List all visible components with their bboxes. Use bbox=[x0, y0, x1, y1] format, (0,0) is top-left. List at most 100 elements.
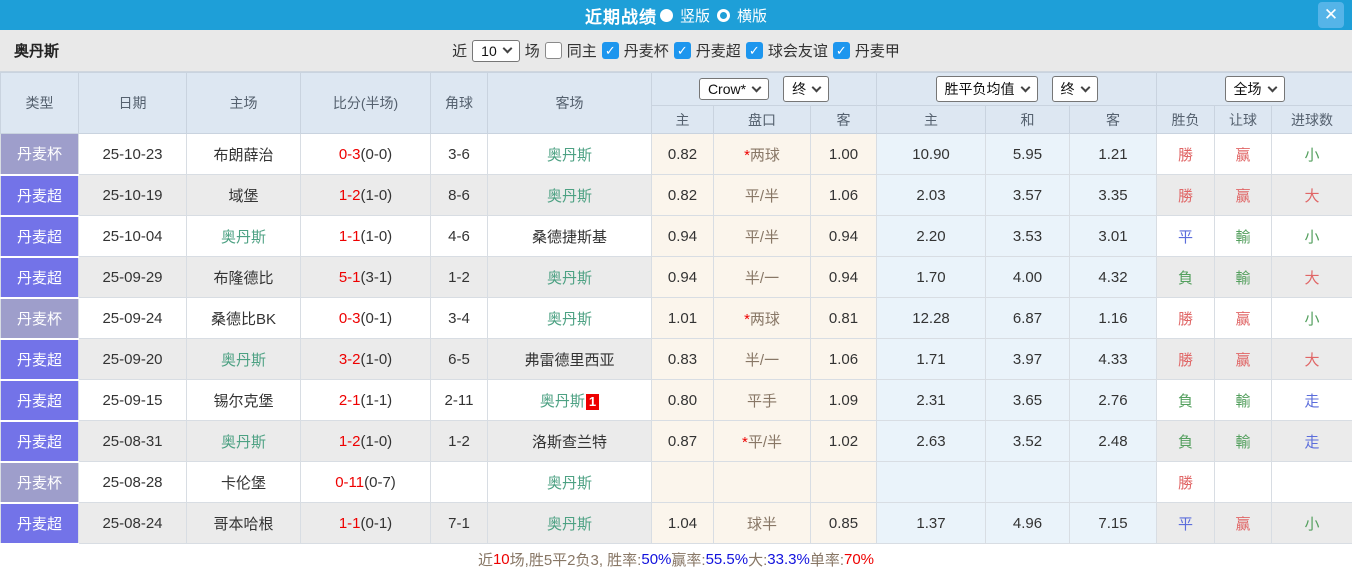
match-score: 1-2(1-0) bbox=[300, 420, 431, 462]
col-header-score: 比分(半场) bbox=[300, 72, 431, 134]
title-bar: 近期战绩 竖版 横版 ✕ bbox=[0, 0, 1352, 30]
home-team: 桑德比BK bbox=[186, 297, 301, 339]
star-icon: * bbox=[741, 433, 748, 451]
halftime-score: (0-1) bbox=[360, 309, 393, 327]
asia-home-odds bbox=[651, 461, 714, 503]
table-row: 丹麦超 25-08-31 奥丹斯 1-2(1-0) 1-2 洛斯查兰特 0.87 *平/半 1.… bbox=[0, 420, 1352, 463]
league-checkbox-div1[interactable]: ✓ bbox=[832, 42, 850, 59]
handicap-result: 赢 bbox=[1214, 174, 1273, 216]
europe-draw-odds: 3.97 bbox=[985, 338, 1071, 380]
radio-unselected-icon[interactable] bbox=[717, 8, 730, 22]
win-loss-result: 平 bbox=[1156, 215, 1216, 257]
fulltime-score: 0-3 bbox=[338, 309, 361, 327]
handicap-line: 平/半 bbox=[713, 174, 811, 216]
asia-time-select[interactable]: 终 bbox=[783, 76, 830, 102]
home-team: 奥丹斯 bbox=[186, 215, 301, 257]
asia-away-odds: 1.06 bbox=[809, 174, 878, 216]
away-team: 奥丹斯 bbox=[487, 461, 652, 503]
win-loss-result: 負 bbox=[1156, 420, 1216, 462]
halftime-score: (0-7) bbox=[364, 473, 396, 491]
asia-home-odds: 0.82 bbox=[651, 174, 714, 216]
league-checkbox-cup[interactable]: ✓ bbox=[601, 42, 619, 59]
radio-selected-icon[interactable] bbox=[659, 8, 673, 22]
league-label-div1[interactable]: 丹麦甲 bbox=[855, 40, 900, 61]
away-team: 桑德捷斯基 bbox=[487, 215, 652, 257]
halftime-score: (1-0) bbox=[360, 227, 393, 245]
radio-vertical-label[interactable]: 竖版 bbox=[680, 5, 710, 26]
chevron-down-icon bbox=[1080, 82, 1090, 92]
away-team: 洛斯查兰特 bbox=[487, 420, 652, 462]
europe-company-select[interactable]: 胜平负均值 bbox=[935, 76, 1038, 102]
check-icon: ✓ bbox=[604, 42, 616, 58]
match-score: 0-3(0-1) bbox=[300, 297, 431, 339]
page-title: 近期战绩 bbox=[584, 7, 657, 27]
summary-segment: 33.3% bbox=[767, 551, 810, 568]
radio-horizontal-label[interactable]: 横版 bbox=[737, 5, 767, 26]
table-row: 丹麦杯 25-08-28 卡伦堡 0-11(0-7) 奥丹斯勝 bbox=[0, 461, 1352, 504]
match-date: 25-08-24 bbox=[78, 502, 187, 544]
red-card-badge: 1 bbox=[585, 393, 600, 410]
result-group-header: 全场 bbox=[1156, 72, 1352, 106]
scope-select[interactable]: 全场 bbox=[1224, 76, 1285, 102]
match-date: 25-09-15 bbox=[78, 379, 187, 421]
team-name: 奥丹斯 bbox=[14, 43, 60, 60]
filter-bar: 奥丹斯 近 10 场 同主 ✓ 丹麦杯 ✓ 丹麦超 ✓ 球会友谊 ✓ 丹麦甲 bbox=[0, 30, 1352, 72]
handicap-line: 半/一 bbox=[713, 338, 811, 380]
summary-segment: 场,胜5平2负3, 胜率: bbox=[509, 552, 642, 569]
star-icon: * bbox=[744, 310, 750, 328]
close-button[interactable]: ✕ bbox=[1318, 2, 1344, 28]
match-count-select[interactable]: 10 bbox=[472, 39, 520, 62]
same-home-checkbox[interactable] bbox=[544, 42, 562, 59]
europe-away-odds: 4.33 bbox=[1069, 338, 1158, 380]
europe-home-odds: 10.90 bbox=[876, 133, 987, 175]
handicap-result: 赢 bbox=[1214, 502, 1273, 544]
europe-draw-odds: 4.96 bbox=[985, 502, 1071, 544]
match-score: 1-1(1-0) bbox=[300, 215, 431, 257]
europe-time-select[interactable]: 终 bbox=[1051, 76, 1098, 102]
home-team: 锡尔克堡 bbox=[186, 379, 301, 421]
asia-away-odds: 0.81 bbox=[809, 297, 878, 339]
summary-segment: 赢率: bbox=[671, 552, 706, 569]
col-header-corner: 角球 bbox=[430, 72, 488, 134]
home-team: 域堡 bbox=[186, 174, 301, 216]
asia-home-odds: 0.82 bbox=[651, 133, 714, 175]
fulltime-score: 1-2 bbox=[338, 186, 361, 204]
corner-score: 3-6 bbox=[430, 133, 488, 175]
handicap-line: 球半 bbox=[713, 502, 811, 544]
europe-draw-odds: 3.53 bbox=[985, 215, 1071, 257]
col-header-type: 类型 bbox=[0, 72, 79, 134]
home-team: 哥本哈根 bbox=[186, 502, 301, 544]
away-team: 奥丹斯 bbox=[487, 502, 652, 544]
home-team: 布朗薛治 bbox=[186, 133, 301, 175]
league-label-friendly[interactable]: 球会友谊 bbox=[768, 40, 828, 61]
handicap-result: 赢 bbox=[1214, 297, 1273, 339]
away-team: 奥丹斯 bbox=[487, 297, 652, 339]
away-team: 奥丹斯 bbox=[487, 256, 652, 298]
goals-result: 小 bbox=[1271, 133, 1352, 175]
league-checkbox-super[interactable]: ✓ bbox=[673, 42, 691, 59]
goals-result: 大 bbox=[1271, 174, 1352, 216]
league-label-super[interactable]: 丹麦超 bbox=[696, 40, 741, 61]
corner-score: 3-4 bbox=[430, 297, 488, 339]
match-date: 25-09-24 bbox=[78, 297, 187, 339]
goals-result: 走 bbox=[1271, 420, 1352, 462]
europe-home-odds bbox=[876, 461, 987, 503]
goals-result: 大 bbox=[1271, 256, 1352, 298]
match-score: 0-3(0-0) bbox=[300, 133, 431, 175]
goals-result: 小 bbox=[1271, 215, 1352, 257]
europe-odds-group-header: 胜平负均值 终 bbox=[876, 72, 1158, 106]
same-home-label[interactable]: 同主 bbox=[567, 40, 597, 61]
asia-company-select[interactable]: Crow* bbox=[698, 78, 770, 100]
asia-away-odds: 0.94 bbox=[809, 256, 878, 298]
away-team: 奥丹斯 1 bbox=[487, 379, 652, 421]
asia-away-odds: 1.06 bbox=[809, 338, 878, 380]
goals-result: 小 bbox=[1271, 502, 1352, 544]
check-icon: ✓ bbox=[835, 42, 847, 58]
win-loss-result: 勝 bbox=[1156, 338, 1216, 380]
europe-draw-odds: 6.87 bbox=[985, 297, 1071, 339]
league-label-cup[interactable]: 丹麦杯 bbox=[624, 40, 669, 61]
match-date: 25-10-19 bbox=[78, 174, 187, 216]
league-checkbox-friendly[interactable]: ✓ bbox=[745, 42, 763, 59]
away-team-name: 奥丹斯 bbox=[546, 146, 592, 164]
away-team-name: 奥丹斯 bbox=[546, 515, 592, 533]
